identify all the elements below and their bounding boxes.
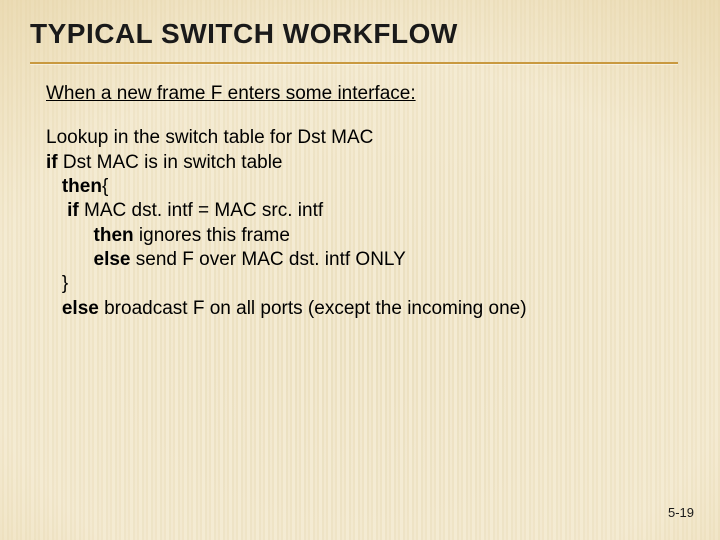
page-number: 5-19 bbox=[668, 505, 694, 520]
algorithm-block: Lookup in the switch table for Dst MAC i… bbox=[46, 126, 666, 321]
algo-line-7: } bbox=[46, 273, 68, 294]
algo-line-5-rest: ignores this frame bbox=[134, 225, 290, 246]
algo-line-4-pre bbox=[46, 200, 67, 221]
kw-if-2: if bbox=[67, 200, 79, 221]
title-underline bbox=[30, 62, 678, 64]
algo-line-4-rest: MAC dst. intf = MAC src. intf bbox=[79, 200, 323, 221]
algo-line-1: Lookup in the switch table for Dst MAC bbox=[46, 127, 373, 148]
kw-then-2: then bbox=[94, 225, 134, 246]
intro-line: When a new frame F enters some interface… bbox=[46, 82, 666, 106]
algo-line-8-pre bbox=[46, 298, 62, 319]
algo-line-8-rest: broadcast F on all ports (except the inc… bbox=[99, 298, 527, 319]
slide-title: TYPICAL SWITCH WORKFLOW bbox=[30, 18, 458, 50]
algo-line-3-rest: { bbox=[102, 176, 108, 197]
slide-body: When a new frame F enters some interface… bbox=[46, 82, 666, 321]
algo-line-5-pre bbox=[46, 225, 94, 246]
algo-line-6-rest: send F over MAC dst. intf ONLY bbox=[131, 249, 406, 270]
kw-then-1: then bbox=[62, 176, 102, 197]
algo-line-6-pre bbox=[46, 249, 94, 270]
kw-if-1: if bbox=[46, 152, 58, 173]
kw-else-2: else bbox=[62, 298, 99, 319]
kw-else-1: else bbox=[94, 249, 131, 270]
algo-line-2-rest: Dst MAC is in switch table bbox=[58, 152, 283, 173]
